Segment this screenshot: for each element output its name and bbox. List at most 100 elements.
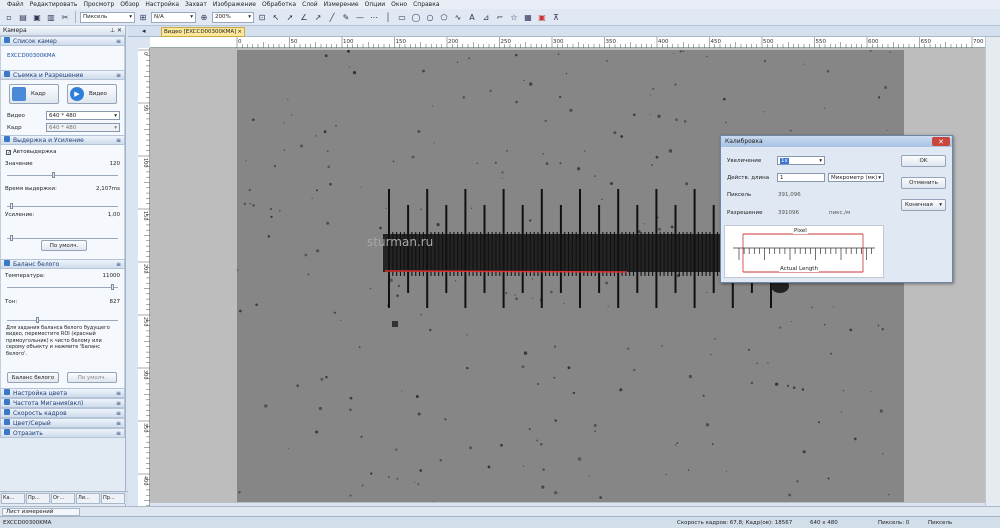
menu-item[interactable]: Изображение — [210, 1, 259, 8]
video-res-select[interactable]: 640 * 480 ▾ — [46, 111, 120, 120]
slider-thumb[interactable] — [35, 317, 39, 323]
white-balance-button[interactable]: Баланс белого — [7, 372, 59, 383]
slider-thumb[interactable] — [110, 284, 114, 290]
temp-slider[interactable] — [7, 284, 118, 290]
pointer-icon[interactable]: ↖ — [270, 11, 282, 23]
fit-icon[interactable]: ⊡ — [256, 11, 268, 23]
slider-thumb[interactable] — [51, 172, 55, 178]
wb-default-button[interactable]: По умолч. — [67, 372, 117, 383]
save-icon[interactable]: ▣ — [31, 11, 43, 23]
collapse-icon[interactable]: ≡ — [116, 430, 121, 437]
menu-item[interactable]: Измерение — [321, 1, 362, 8]
exposure-default-button[interactable]: По умолч. — [41, 240, 87, 251]
section-flip[interactable]: Отразить ≡ — [0, 428, 125, 438]
star-icon[interactable]: ☆ — [508, 11, 520, 23]
menu-item[interactable]: Слой — [299, 1, 321, 8]
polygon-icon[interactable]: ⬠ — [438, 11, 450, 23]
section-capture[interactable]: Съемка и Разрешение ≡ — [0, 70, 125, 80]
menu-item[interactable]: Просмотр — [80, 1, 117, 8]
tint-slider[interactable] — [7, 317, 118, 323]
close-icon[interactable]: × — [237, 29, 242, 35]
camera-item[interactable]: EXCCD00300KMA — [1, 53, 124, 59]
magnification-select[interactable]: 1x ▾ — [777, 156, 825, 165]
circle-icon[interactable]: ○ — [424, 11, 436, 23]
menu-item[interactable]: Файл — [4, 1, 27, 8]
section-white-balance[interactable]: Баланс белого ≡ — [0, 259, 125, 269]
section-color-gray[interactable]: Цвет/Серый ≡ — [0, 418, 125, 428]
tab-project[interactable]: Пр... — [101, 492, 125, 504]
section-camera-list[interactable]: Список камер ≡ — [0, 36, 125, 46]
menu-item[interactable]: Редактировать — [27, 1, 81, 8]
menu-item[interactable]: Обзор — [117, 1, 142, 8]
tab-camera[interactable]: Ка... — [1, 492, 25, 504]
arrow-tool-icon[interactable]: ↗ — [312, 11, 324, 23]
menu-item[interactable]: Обработка — [259, 1, 299, 8]
section-exposure[interactable]: Выдержка и Усиление ≡ — [0, 135, 125, 145]
grid-icon[interactable]: ▦ — [522, 11, 534, 23]
section-frame-rate[interactable]: Скорость кадров ≡ — [0, 408, 125, 418]
angle-measure-icon[interactable]: ⊿ — [480, 11, 492, 23]
measure-icon[interactable]: ⊞ — [137, 11, 149, 23]
tool-select[interactable]: Пиксель ▾ — [80, 11, 135, 23]
menu-item[interactable]: Настройка — [142, 1, 182, 8]
unit-select[interactable]: Микрометр (мк) ▾ — [828, 173, 884, 182]
video-button[interactable]: ▶ Видео — [67, 84, 117, 104]
hline-icon[interactable]: — — [354, 11, 366, 23]
close-icon[interactable]: ✕ — [932, 137, 950, 146]
pin-icon[interactable]: ⊥ ✕ — [110, 27, 122, 34]
new-icon[interactable]: ▫ — [3, 11, 15, 23]
cursor-icon[interactable]: ➚ — [284, 11, 296, 23]
collapse-icon[interactable]: ≡ — [116, 261, 121, 268]
collapse-icon[interactable]: ≡ — [116, 38, 121, 45]
cancel-button[interactable]: Отменить — [901, 177, 946, 189]
zoom-select[interactable]: 200% ▾ — [212, 11, 254, 23]
menu-item[interactable]: Справка — [410, 1, 442, 8]
tab-layers[interactable]: Ли... — [76, 492, 100, 504]
print-icon[interactable]: ▥ — [45, 11, 57, 23]
open-icon[interactable]: ▤ — [17, 11, 29, 23]
vertical-scrollbar[interactable] — [985, 37, 1000, 506]
pen-icon[interactable]: ✎ — [340, 11, 352, 23]
actual-length-input[interactable]: 1 — [777, 173, 825, 182]
mode-select[interactable]: Конечная ▾ — [901, 199, 946, 211]
dots-icon[interactable]: ⋯ — [368, 11, 380, 23]
cut-icon[interactable]: ✂ — [59, 11, 71, 23]
time-slider[interactable] — [7, 203, 118, 209]
zoom-icon[interactable]: ⊕ — [198, 11, 210, 23]
tab-video[interactable]: Видео [EXCCD00300KMA] × — [161, 27, 245, 37]
menu-item[interactable]: Захват — [182, 1, 210, 8]
collapse-icon[interactable]: ≡ — [116, 400, 121, 407]
curve-icon[interactable]: ∿ — [452, 11, 464, 23]
collapse-icon[interactable]: ≡ — [116, 390, 121, 397]
ellipse-icon[interactable]: ◯ — [410, 11, 422, 23]
section-color-adjust[interactable]: Настройка цвета ≡ — [0, 388, 125, 398]
na-select[interactable]: N/A ▾ — [151, 11, 196, 23]
tab-preview[interactable]: Пр... — [26, 492, 50, 504]
collapse-icon[interactable]: ≡ — [116, 137, 121, 144]
collapse-icon[interactable]: ≡ — [116, 72, 121, 79]
slider-thumb[interactable] — [10, 203, 14, 209]
photo-button[interactable]: Кадр — [9, 84, 59, 104]
frame-res-label: Кадр — [7, 125, 22, 131]
vline-icon[interactable]: │ — [382, 11, 394, 23]
corner-icon[interactable]: ⌐ — [494, 11, 506, 23]
tab-nav-icon[interactable]: ◂ — [142, 27, 146, 35]
scale-icon[interactable]: ⊼ — [550, 11, 562, 23]
collapse-icon[interactable]: ≡ — [116, 410, 121, 417]
ok-button[interactable]: OK — [901, 155, 946, 167]
tab-og[interactable]: Ог... — [51, 492, 75, 504]
auto-exposure-checkbox[interactable]: ✓ — [6, 149, 11, 155]
menu-item[interactable]: Опции — [362, 1, 389, 8]
calibration-icon[interactable]: ▣ — [536, 11, 548, 23]
collapse-icon[interactable]: ≡ — [116, 420, 121, 427]
angle-icon[interactable]: ∠ — [298, 11, 310, 23]
text-icon[interactable]: A — [466, 11, 478, 23]
value-slider[interactable] — [7, 172, 118, 178]
rectangle-icon[interactable]: ▭ — [396, 11, 408, 23]
menu-item[interactable]: Окно — [388, 1, 410, 8]
section-flicker[interactable]: Частота Мигания(вкл) ≡ — [0, 398, 125, 408]
frame-res-select[interactable]: 640 * 480 ▾ — [46, 123, 120, 132]
line-icon[interactable]: ╱ — [326, 11, 338, 23]
tab-measurement-list[interactable]: Лист измерений — [2, 508, 80, 516]
slider-thumb[interactable] — [10, 235, 14, 241]
